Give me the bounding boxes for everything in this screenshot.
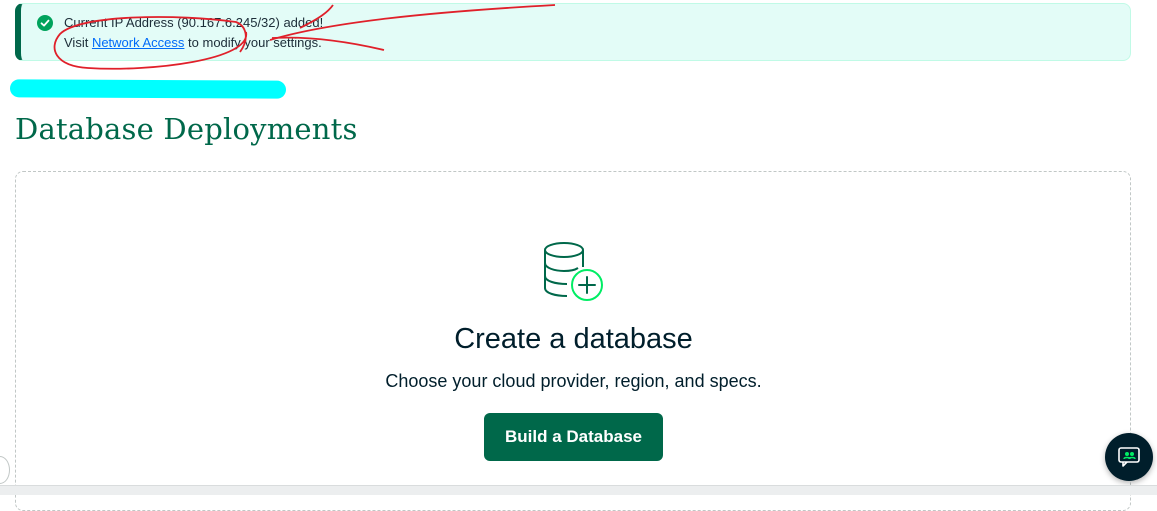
success-alert: Current IP Address (90.167.6.245/32) add… <box>15 3 1131 61</box>
network-access-link[interactable]: Network Access <box>92 35 184 50</box>
alert-message: Current IP Address (90.167.6.245/32) add… <box>64 15 324 30</box>
alert-hint-suffix: to modify your settings. <box>184 35 322 50</box>
left-edge-handle[interactable] <box>0 456 10 484</box>
build-database-button[interactable]: Build a Database <box>484 413 663 461</box>
database-add-icon <box>544 242 603 301</box>
empty-state-subtitle: Choose your cloud provider, region, and … <box>385 371 762 391</box>
cyan-redaction-mark <box>9 79 287 99</box>
chat-support-icon <box>1118 447 1140 467</box>
empty-state-title: Create a database <box>454 323 693 355</box>
check-circle-icon <box>37 15 53 31</box>
alert-hint-prefix: Visit <box>64 35 92 50</box>
page-title: Database Deployments <box>15 112 358 146</box>
alert-hint: Visit Network Access to modify your sett… <box>64 35 322 51</box>
chat-support-button[interactable] <box>1105 433 1153 481</box>
